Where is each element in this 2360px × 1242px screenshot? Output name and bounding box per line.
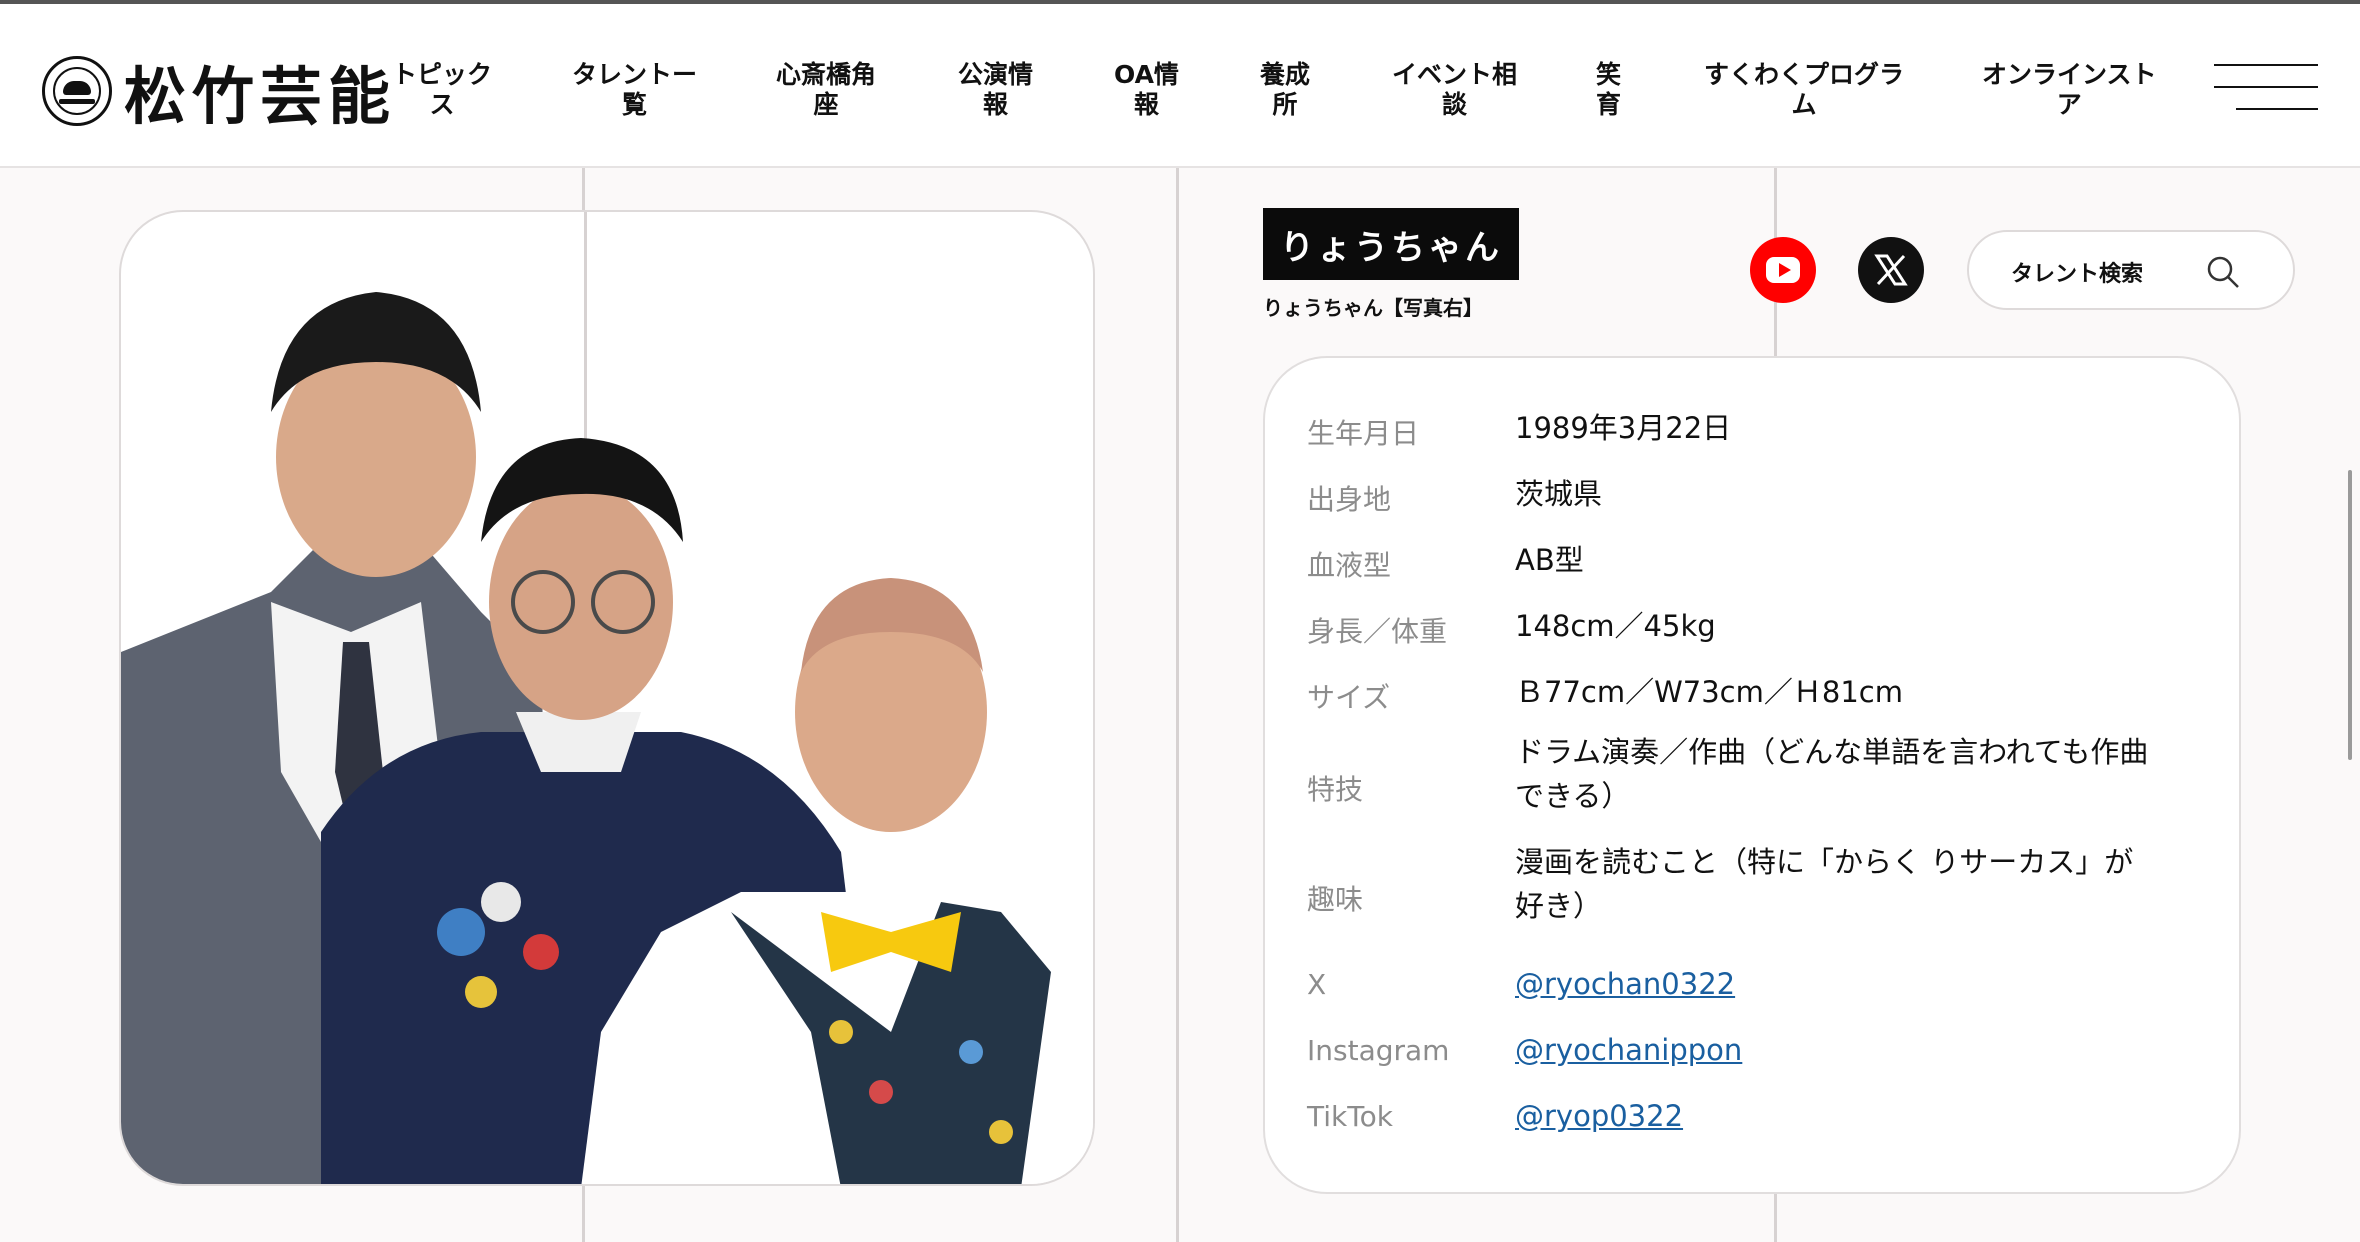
tiktok-account-link[interactable]: @ryop0322 [1515, 1099, 1683, 1133]
page-scrollbar[interactable] [2348, 470, 2352, 760]
x-icon[interactable] [1858, 237, 1924, 303]
nav-online-store[interactable]: オンラインスト ア [1982, 60, 2157, 120]
nav-event-consult[interactable]: イベント相 談 [1392, 60, 1517, 120]
site-header: 松竹芸能 トピック ス タレントー 覧 心斎橋角 座 公演情 報 OA情 報 養… [0, 4, 2360, 168]
nav-topics[interactable]: トピック ス [392, 60, 492, 120]
site-logo[interactable]: 松竹芸能 [42, 48, 396, 134]
logo-crest-icon [42, 56, 112, 126]
x-account-link[interactable]: @ryochan0322 [1515, 967, 1735, 1001]
menu-icon[interactable] [2214, 64, 2318, 114]
talent-name: りょうちゃん [1263, 208, 1519, 280]
logo-text: 松竹芸能 [124, 60, 397, 133]
nav-shinsaibashi-kakuza[interactable]: 心斎橋角 座 [776, 60, 876, 120]
nav-sukuwaku-program[interactable]: すくわくプログラ ム [1704, 60, 1904, 120]
bg-divider-line [1176, 168, 1179, 1242]
nav-school[interactable]: 養成 所 [1260, 60, 1310, 120]
photo-caption: りょうちゃん【写真右】 [1263, 296, 1483, 320]
talent-search-label: タレント検索 [2011, 262, 2144, 287]
instagram-account-link[interactable]: @ryochanippon [1515, 1033, 1742, 1067]
bg-divider-line [1774, 1194, 1777, 1242]
profile-card: 生年月日 1989年3月22日 出身地 茨城県 血液型 AB型 身長／体重 14… [1263, 356, 2241, 1194]
nav-performance-info[interactable]: 公演情 報 [958, 60, 1033, 120]
group-photo-illustration [121, 292, 1093, 1184]
talent-photo [119, 210, 1095, 1186]
talent-search-button[interactable]: タレント検索 [1967, 230, 2295, 310]
nav-oa-info[interactable]: OA情 報 [1114, 60, 1179, 120]
nav-waraiiku[interactable]: 笑 育 [1596, 60, 1621, 120]
search-icon [2207, 256, 2239, 288]
nav-talent-list[interactable]: タレントー 覧 [572, 60, 697, 120]
youtube-icon[interactable] [1750, 237, 1816, 303]
